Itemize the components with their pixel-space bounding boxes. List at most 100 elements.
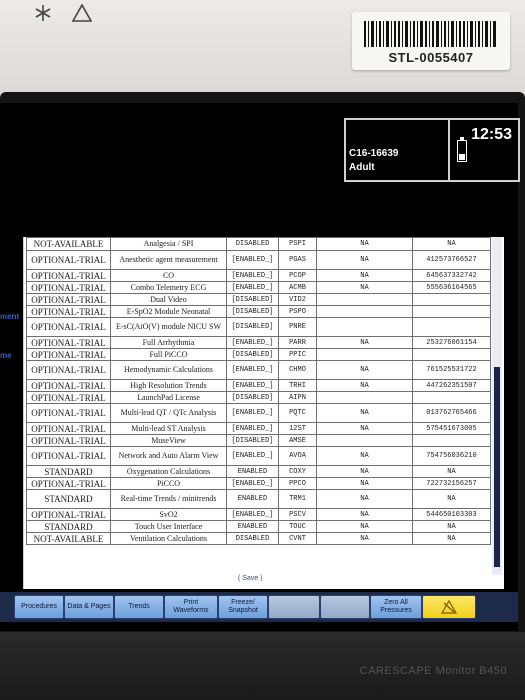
license-key (412, 391, 491, 404)
monitor-screen: C16-16639 Adult 12:53 ment me NOT-AVAILA… (0, 103, 520, 631)
side-menu-label-1[interactable]: ment (0, 312, 19, 321)
enable-state: [DISABLED] (226, 293, 279, 306)
disabled-button-1 (268, 595, 320, 619)
license-status: OPTIONAL-TRIAL (26, 422, 111, 435)
license-row: OPTIONAL-TRIAL Full Arrhythmia [ENABLED_] P… (26, 336, 491, 349)
option-count: NA (316, 281, 413, 294)
option-name: E-sC(AiO(V) module NICU SW (110, 317, 227, 337)
disabled-button-2 (320, 595, 370, 619)
option-name: MuseView (110, 434, 227, 447)
license-row: NOT-AVAILABLE Analgesia / SPI DISABLED PSPI… (26, 237, 491, 251)
license-row: OPTIONAL-TRIAL E-sC(AiO(V) module NICU SW… (26, 317, 491, 337)
print-waveforms-button[interactable]: Print Waveforms (164, 595, 218, 619)
option-count: NA (316, 269, 413, 282)
option-count (316, 348, 413, 361)
alarm-silence-button[interactable] (422, 595, 476, 619)
license-row: OPTIONAL-TRIAL LaunchPad License [DISABLED… (26, 391, 491, 404)
warning-symbols (34, 4, 92, 22)
alarm-bell-off-icon (441, 600, 457, 614)
brand-label: CARESCAPE Monitor B450 (359, 665, 507, 677)
option-name: High Resolution Trends (110, 379, 227, 392)
enable-state: DISABLED (226, 532, 279, 545)
license-key: NA (412, 237, 491, 251)
save-button[interactable]: ( Save ) (238, 575, 263, 582)
option-code: PNRE (278, 317, 317, 337)
enable-state: [ENABLED_] (226, 477, 279, 490)
warning-triangle-icon (72, 4, 92, 22)
option-name: Analgesia / SPI (110, 237, 227, 251)
option-name: Combo Telemetry ECG (110, 281, 227, 294)
option-code: PCOP (278, 269, 317, 282)
barcode-icon (364, 21, 496, 47)
license-key (412, 305, 491, 318)
bed-label: C16-16639 (349, 148, 399, 159)
procedures-button[interactable]: Procedures (14, 595, 64, 619)
enable-state: [ENABLED_] (226, 281, 279, 294)
table-scrollbar[interactable] (492, 237, 502, 575)
option-name: Anesthetic agent measurement (110, 250, 227, 270)
option-code: VID2 (278, 293, 317, 306)
option-count (316, 434, 413, 447)
license-key: NA (412, 532, 491, 545)
freeze-snapshot-button[interactable]: Freeze/ Snapshot (218, 595, 268, 619)
license-row: OPTIONAL-TRIAL Full PiCCO [DISABLED] PPIC (26, 348, 491, 361)
license-key: 447262351507 (412, 379, 491, 392)
option-count: NA (316, 446, 413, 466)
option-name: Multi-lead QT / QTc Analysis (110, 403, 227, 423)
option-count: NA (316, 465, 413, 478)
license-row: OPTIONAL-TRIAL Multi-lead ST Analysis [ENA… (26, 422, 491, 435)
patient-info-box[interactable]: C16-16639 Adult (344, 118, 450, 182)
license-status: OPTIONAL-TRIAL (26, 281, 111, 294)
enable-state: ENABLED (226, 489, 279, 509)
side-menu-label-2[interactable]: me (0, 351, 12, 360)
license-status: NOT-AVAILABLE (26, 532, 111, 545)
enable-state: [ENABLED_] (226, 250, 279, 270)
license-status: OPTIONAL-TRIAL (26, 360, 111, 380)
time-battery-box[interactable]: 12:53 (448, 118, 520, 182)
option-name: Multi-lead ST Analysis (110, 422, 227, 435)
license-status: OPTIONAL-TRIAL (26, 269, 111, 282)
license-row: OPTIONAL-TRIAL Network and Auto Alarm Vie… (26, 446, 491, 466)
option-name: Network and Auto Alarm View (110, 446, 227, 466)
option-code: CVNT (278, 532, 317, 545)
license-row: OPTIONAL-TRIAL Combo Telemetry ECG [ENABLE… (26, 281, 491, 294)
enable-state: [DISABLED] (226, 434, 279, 447)
license-status: OPTIONAL-TRIAL (26, 317, 111, 337)
enable-state: [DISABLED] (226, 348, 279, 361)
option-count (316, 293, 413, 306)
enable-state: [ENABLED_] (226, 508, 279, 521)
option-code: TRM1 (278, 489, 317, 509)
license-key: 555636164565 (412, 281, 491, 294)
option-count: NA (316, 360, 413, 380)
license-row: OPTIONAL-TRIAL SvO2 [ENABLED_] PSCV NA 544650… (26, 508, 491, 521)
option-name: LaunchPad License (110, 391, 227, 404)
option-count: NA (316, 422, 413, 435)
option-count: NA (316, 489, 413, 509)
option-name: Full Arrhythmia (110, 336, 227, 349)
option-code: PARR (278, 336, 317, 349)
license-key: 761525531722 (412, 360, 491, 380)
option-code: PQTC (278, 403, 317, 423)
option-count: NA (316, 250, 413, 270)
enable-state: [ENABLED_] (226, 336, 279, 349)
option-count: NA (316, 477, 413, 490)
license-row: OPTIONAL-TRIAL E-SpO2 Module Neonatal [DIS… (26, 305, 491, 318)
scroll-thumb[interactable] (494, 367, 500, 567)
license-key: 722732156257 (412, 477, 491, 490)
data-pages-button[interactable]: Data & Pages (64, 595, 114, 619)
zero-all-pressures-button[interactable]: Zero All Pressures (370, 595, 422, 619)
license-row: OPTIONAL-TRIAL PiCCO [ENABLED_] PPCO NA 72273… (26, 477, 491, 490)
option-count (316, 305, 413, 318)
trends-button[interactable]: Trends (114, 595, 164, 619)
option-count: NA (316, 379, 413, 392)
option-count (316, 391, 413, 404)
enable-state: [DISABLED] (226, 305, 279, 318)
license-status: OPTIONAL-TRIAL (26, 477, 111, 490)
license-key (412, 317, 491, 337)
license-key: 754756036210 (412, 446, 491, 466)
option-name: PiCCO (110, 477, 227, 490)
asset-tag-label: STL-0055407 (352, 12, 510, 70)
license-status: STANDARD (26, 489, 111, 509)
option-count: NA (316, 403, 413, 423)
enable-state: DISABLED (226, 237, 279, 251)
